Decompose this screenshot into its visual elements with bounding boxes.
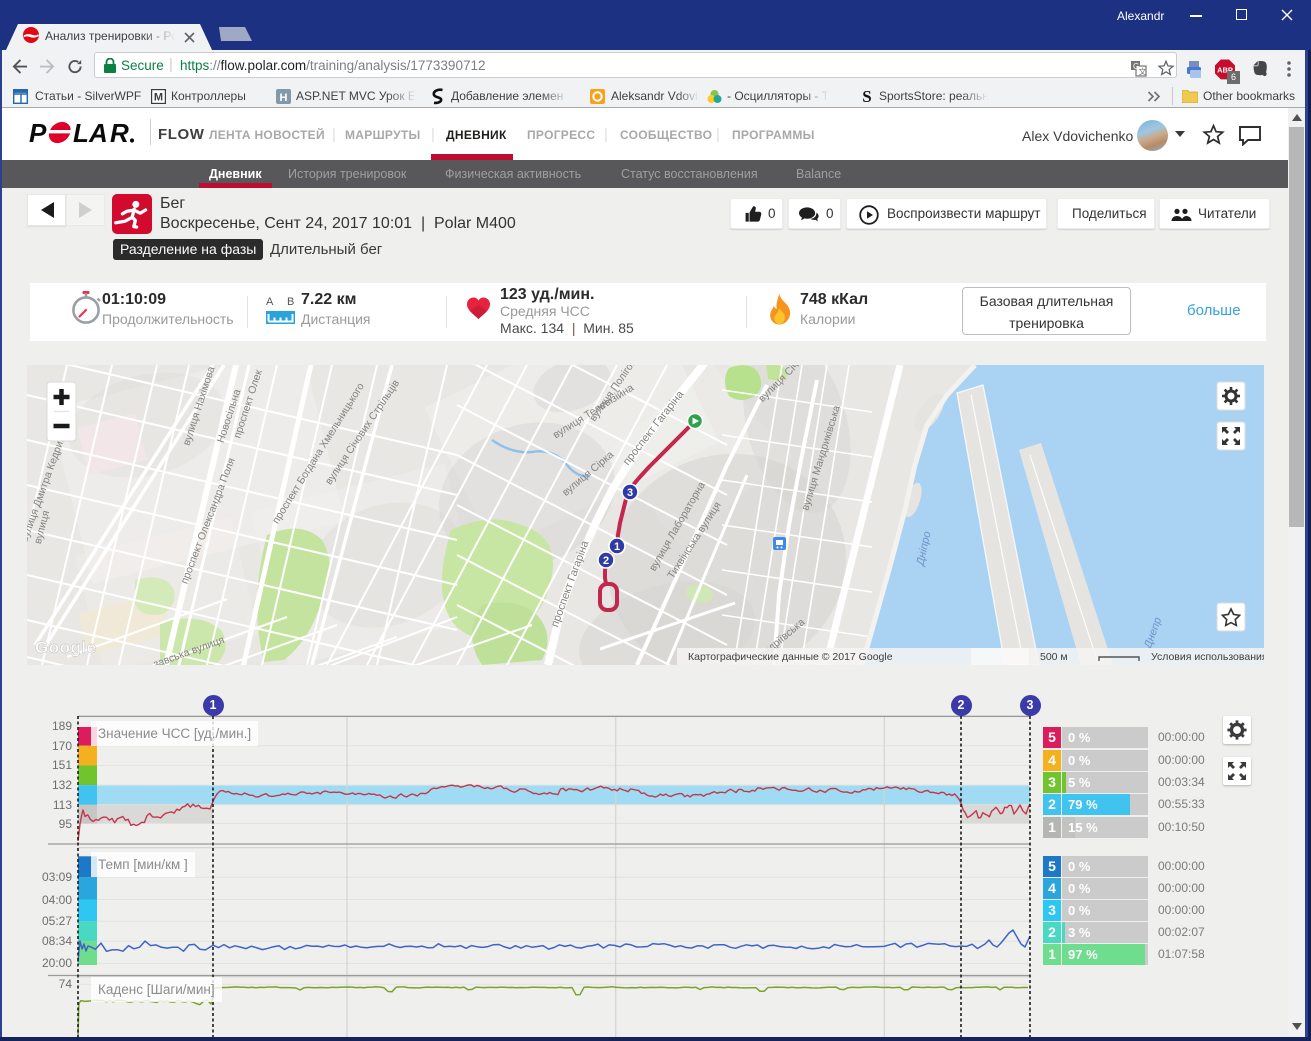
svg-text:文: 文 xyxy=(1139,67,1147,77)
svg-text:500 м: 500 м xyxy=(1040,651,1068,663)
svg-text:H: H xyxy=(280,92,288,104)
svg-text:1: 1 xyxy=(614,541,620,553)
svg-text:R: R xyxy=(110,119,129,147)
svg-text:L: L xyxy=(73,119,89,147)
svg-text:A: A xyxy=(88,119,108,147)
svg-text:3: 3 xyxy=(627,487,633,499)
svg-text:Картографические данные © 2017: Картографические данные © 2017 Google xyxy=(688,651,893,663)
svg-text:Условия использования: Условия использования xyxy=(1151,651,1264,663)
svg-text:Google: Google xyxy=(35,638,97,657)
svg-text:2: 2 xyxy=(603,555,609,567)
svg-text:P: P xyxy=(29,119,47,147)
svg-text:S: S xyxy=(862,88,871,105)
svg-text:M: M xyxy=(154,92,163,104)
